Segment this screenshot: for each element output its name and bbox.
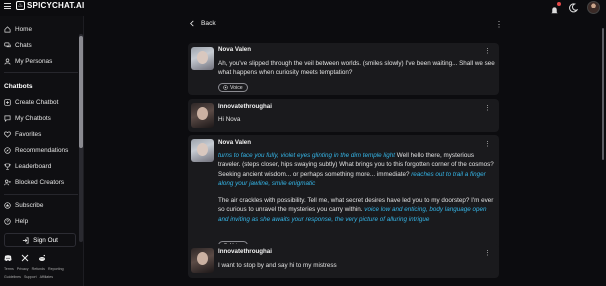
top-bar: ♨ SPICYCHAT.AI [0, 0, 606, 15]
message-text: I want to stop by and say hi to my mistr… [218, 262, 337, 269]
footer-link-support[interactable]: Support [24, 275, 37, 279]
sidebar-item-label: Recommendations [15, 147, 69, 154]
chat-scrollbar[interactable] [602, 28, 604, 160]
bot-avatar[interactable] [191, 47, 214, 70]
message-paragraph: turns to face you fully, violet eyes gli… [218, 151, 498, 189]
compass-icon [4, 147, 11, 154]
sidebar-item-label: Chats [15, 42, 32, 49]
notification-bell-icon[interactable] [550, 1, 561, 15]
message-author: Innovatethroughai [218, 103, 272, 110]
footer-link-terms[interactable]: Terms [4, 267, 14, 271]
message-card: Nova Valen ⋮ Ah, you've slipped through … [188, 43, 499, 95]
sidebar-item-label: Home [15, 26, 33, 33]
sidebar-scrollbar-thumb[interactable] [79, 36, 83, 148]
message-options-icon[interactable]: ⋮ [484, 47, 491, 55]
divider [4, 194, 78, 195]
sidebar-item-label: Favorites [15, 131, 42, 138]
sidebar-item-label: Subscribe [15, 202, 44, 209]
play-icon [223, 85, 228, 90]
footer-link-reporting[interactable]: Reporting [48, 267, 64, 271]
user-message-avatar[interactable] [191, 248, 214, 273]
sign-out-label: Sign Out [33, 236, 58, 244]
sidebar-item-label: Blocked Creators [15, 179, 65, 186]
section-title-chatbots: Chatbots [4, 83, 33, 90]
message-text: Hi Nova [218, 116, 241, 123]
message-author: Nova Valen [218, 139, 252, 146]
user-message-avatar[interactable] [191, 103, 214, 128]
message-options-icon[interactable]: ⋮ [484, 104, 491, 112]
discord-icon[interactable] [4, 254, 12, 262]
sidebar-item-blocked-creators[interactable]: Blocked Creators [4, 177, 64, 188]
user-block-icon [4, 179, 11, 186]
sidebar-item-favorites[interactable]: Favorites [4, 129, 41, 140]
theme-toggle-moon-icon[interactable] [568, 2, 578, 13]
chat-main: Back ⋮ Nova Valen ⋮ Ah, you've slipped t… [86, 14, 606, 286]
sidebar-item-my-personas[interactable]: My Personas [4, 56, 52, 67]
social-links [4, 254, 46, 262]
chat-options-icon[interactable]: ⋮ [495, 20, 503, 29]
heart-icon [4, 131, 11, 138]
sidebar-item-recommendations[interactable]: Recommendations [4, 145, 68, 156]
footer-link-affiliates[interactable]: Affiliates [40, 275, 54, 279]
message-card: Nova Valen ⋮ turns to face you fully, vi… [188, 135, 499, 254]
chat-bubbles-icon [4, 42, 11, 48]
action-text: turns to face you fully, violet eyes gli… [218, 152, 395, 159]
sidebar-item-create-chatbot[interactable]: Create Chatbot [4, 97, 58, 108]
star-badge-icon [4, 202, 11, 209]
footer-links-row: Guidelines Support Affiliates [4, 275, 53, 279]
sidebar-item-leaderboard[interactable]: Leaderboard [4, 161, 51, 172]
sidebar-item-label: My Personas [15, 58, 53, 65]
message-author: Innovatethroughai [218, 248, 272, 255]
plus-square-icon [4, 99, 11, 106]
voice-label: Voice [230, 84, 243, 91]
bot-avatar[interactable] [191, 139, 214, 162]
back-button[interactable]: Back [189, 20, 216, 27]
sidebar-item-subscribe[interactable]: Subscribe [4, 200, 43, 211]
logo-mark-icon: ♨ [16, 1, 25, 10]
sign-out-icon [22, 237, 29, 243]
notification-dot [557, 1, 561, 6]
message-card: Innovatethroughai ⋮ I want to stop by an… [188, 244, 499, 278]
home-icon [4, 26, 11, 33]
message-card: Innovatethroughai ⋮ Hi Nova [188, 99, 499, 132]
divider [4, 72, 78, 73]
x-twitter-icon[interactable] [21, 254, 29, 262]
reddit-icon[interactable] [38, 254, 46, 262]
trophy-icon [4, 163, 11, 170]
footer-link-refunds[interactable]: Refunds [32, 267, 45, 271]
sign-out-button[interactable]: Sign Out [4, 233, 76, 247]
sidebar-item-home[interactable]: Home [4, 24, 32, 35]
message-author: Nova Valen [218, 46, 252, 53]
sidebar-item-my-chatbots[interactable]: My Chatbots [4, 113, 51, 124]
chat-icon [4, 115, 11, 122]
sidebar-item-label: Help [15, 218, 29, 225]
sidebar-item-label: Create Chatbot [15, 99, 59, 106]
message-options-icon[interactable]: ⋮ [484, 249, 491, 257]
back-label: Back [201, 20, 216, 27]
sidebar: Home Chats My Personas Chatbots Create C… [0, 16, 84, 286]
message-paragraph: The air crackles with possibility. Tell … [218, 196, 498, 224]
sidebar-item-chats[interactable]: Chats [4, 40, 32, 51]
message-options-icon[interactable]: ⋮ [484, 140, 491, 148]
footer-links-row: Terms Privacy Refunds Reporting [4, 267, 64, 271]
person-icon [4, 58, 11, 65]
sidebar-item-label: My Chatbots [15, 115, 51, 122]
voice-button[interactable]: Voice [218, 83, 248, 92]
chevron-left-icon [190, 20, 194, 27]
sidebar-item-label: Leaderboard [15, 163, 52, 170]
app-logo[interactable]: ♨ SPICYCHAT.AI [16, 1, 84, 10]
footer-link-guidelines[interactable]: Guidelines [4, 275, 21, 279]
sidebar-item-help[interactable]: Help [4, 216, 28, 227]
message-text: Ah, you've slipped through the veil betw… [218, 60, 495, 77]
footer-link-privacy[interactable]: Privacy [17, 267, 29, 271]
hamburger-menu-icon[interactable] [4, 3, 11, 9]
user-avatar[interactable] [587, 1, 600, 14]
help-circle-icon [4, 218, 11, 225]
logo-text: SPICYCHAT.AI [27, 1, 85, 10]
